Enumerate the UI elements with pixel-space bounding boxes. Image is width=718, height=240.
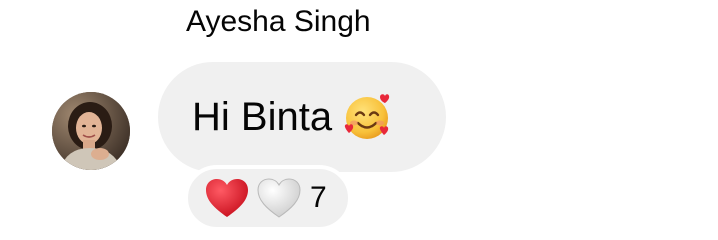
message-text: Hi Binta — [192, 95, 333, 139]
avatar-photo — [52, 92, 130, 170]
reaction-count: 7 — [310, 181, 327, 214]
reactions-summary[interactable]: 7 — [184, 165, 352, 231]
avatar[interactable] — [52, 92, 130, 170]
red-heart-icon — [206, 179, 248, 217]
sender-name: Ayesha Singh — [186, 5, 371, 38]
message-thread: Ayesha Singh Hi Binta 7 — [0, 0, 718, 240]
white-heart-icon — [257, 178, 301, 218]
smiling-face-with-hearts-icon — [344, 94, 390, 139]
message-bubble[interactable]: Hi Binta — [158, 62, 446, 172]
